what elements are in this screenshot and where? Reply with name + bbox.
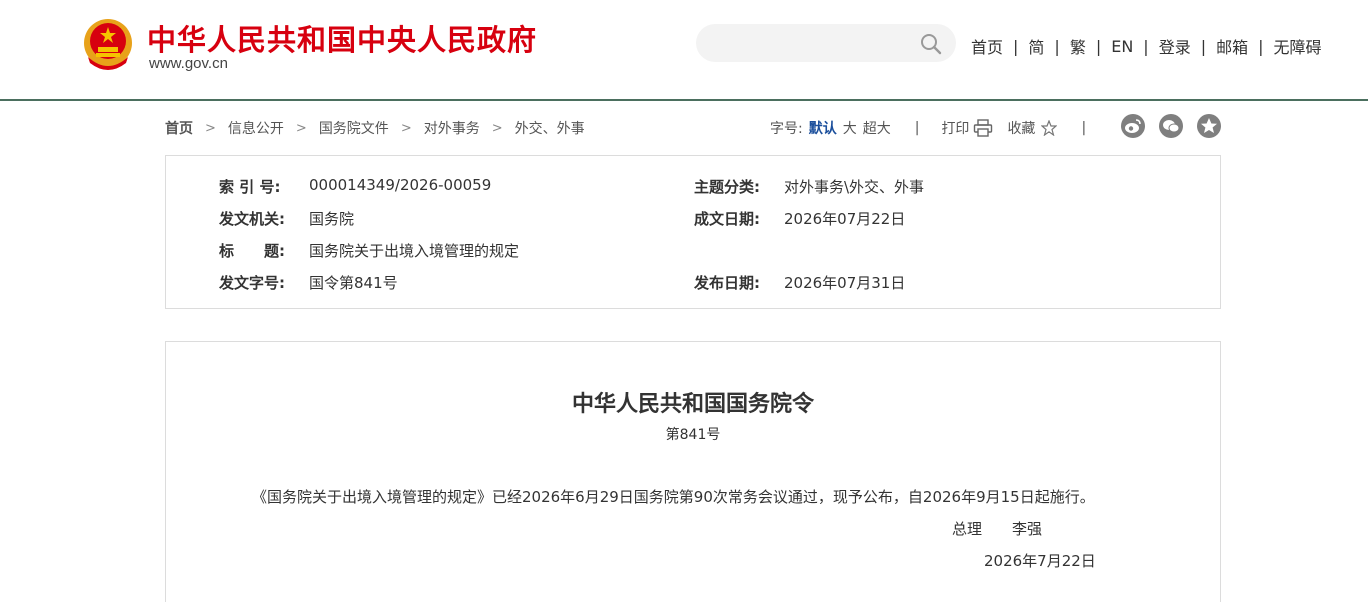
article-body: 中华人民共和国国务院令 第841号 《国务院关于出境入境管理的规定》已经2026… — [165, 341, 1221, 602]
national-emblem-logo[interactable] — [82, 17, 134, 73]
meta-doc-no-value: 国令第841号 — [309, 274, 398, 292]
signer-title: 总理 — [952, 520, 983, 538]
meta-publish-date-label: 发布日期: — [694, 274, 760, 292]
site-domain: www.gov.cn — [149, 55, 228, 72]
meta-title-value: 国务院关于出境入境管理的规定 — [309, 242, 520, 260]
article-number: 第841号 — [665, 427, 721, 443]
meta-index-value: 000014349/2026-00059 — [309, 176, 492, 194]
nav-login[interactable]: 登录 — [1159, 34, 1191, 58]
print-button[interactable]: 打印 — [941, 118, 969, 138]
breadcrumb-foreign-affairs[interactable]: 对外事务 — [424, 118, 480, 138]
nav-home[interactable]: 首页 — [971, 34, 1003, 58]
meta-doc-no-label: 发文字号: — [219, 274, 285, 292]
meta-title-label: 标 题: — [219, 242, 285, 260]
meta-index-row: 索 引 号: 000014349/2026-00059 — [219, 176, 491, 197]
nav-simplified[interactable]: 简 — [1028, 34, 1044, 58]
meta-issuer-label: 发文机关: — [219, 210, 285, 228]
chevron-right-icon: > — [205, 120, 216, 136]
breadcrumb-diplomacy[interactable]: 外交、外事 — [515, 118, 585, 138]
breadcrumb-state-council-docs[interactable]: 国务院文件 — [319, 118, 389, 138]
weibo-icon[interactable] — [1121, 114, 1145, 138]
meta-doc-no-row: 发文字号: 国令第841号 — [219, 272, 398, 293]
nav-separator: | — [1258, 36, 1264, 56]
chevron-right-icon: > — [400, 120, 412, 136]
page-tools: 字号: 默认 大 超大 | 打印 收藏 | — [770, 118, 1108, 138]
nav-separator: | — [1054, 36, 1060, 56]
article-title: 中华人民共和国国务院令 — [571, 391, 814, 417]
search-input[interactable] — [712, 24, 916, 64]
tool-separator: | — [914, 120, 920, 136]
search-icon[interactable] — [920, 33, 942, 55]
meta-issuer-value: 国务院 — [309, 210, 355, 228]
article-date: 2026年7月22日 — [984, 552, 1096, 570]
document-metadata: 索 引 号: 000014349/2026-00059 主题分类: 对外事务\外… — [165, 155, 1221, 309]
article-signature: 总理 李强 — [952, 518, 1042, 539]
signer-name: 李强 — [1012, 520, 1043, 538]
nav-mailbox[interactable]: 邮箱 — [1216, 34, 1248, 58]
nav-accessibility[interactable]: 无障碍 — [1274, 34, 1322, 58]
nav-separator: | — [1143, 36, 1149, 56]
site-title[interactable]: 中华人民共和国中央人民政府 — [147, 17, 537, 59]
font-size-default[interactable]: 默认 — [809, 118, 837, 138]
nav-separator: | — [1095, 36, 1102, 56]
nav-english[interactable]: EN — [1111, 37, 1133, 56]
nav-traditional[interactable]: 繁 — [1070, 34, 1086, 58]
nav-separator: | — [1013, 36, 1019, 56]
chevron-right-icon: > — [295, 120, 307, 136]
breadcrumb: 首页 > 信息公开 > 国务院文件 > 对外事务 > 外交、外事 — [165, 118, 585, 138]
meta-publish-date-value: 2026年07月31日 — [784, 274, 906, 292]
breadcrumb-home[interactable]: 首页 — [165, 118, 193, 138]
article-paragraph: 《国务院关于出境入境管理的规定》已经2026年6月29日国务院第90次常务会议通… — [252, 488, 1095, 506]
breadcrumb-info-public[interactable]: 信息公开 — [228, 118, 284, 138]
favorite-button[interactable]: 收藏 — [1007, 118, 1035, 138]
wechat-icon[interactable] — [1159, 114, 1183, 138]
chevron-right-icon: > — [491, 120, 503, 136]
tool-separator: | — [1081, 120, 1087, 136]
meta-written-date-value: 2026年07月22日 — [784, 210, 906, 228]
meta-publish-date-row: 发布日期: 2026年07月31日 — [694, 272, 905, 293]
font-size-xlarge[interactable]: 超大 — [863, 118, 891, 138]
nav-separator: | — [1200, 36, 1207, 56]
font-size-large[interactable]: 大 — [843, 118, 857, 138]
meta-topic-row: 主题分类: 对外事务\外交、外事 — [694, 176, 924, 197]
search-box — [696, 24, 956, 64]
font-size-label: 字号: — [770, 121, 803, 137]
site-header: 中华人民共和国中央人民政府 www.gov.cn 首页 | 简 | 繁 | EN | 登… — [0, 0, 1368, 101]
meta-issuer-row: 发文机关: 国务院 — [219, 208, 354, 229]
meta-written-date-label: 成文日期: — [694, 210, 760, 228]
printer-icon[interactable] — [973, 119, 993, 137]
star-icon[interactable] — [1041, 120, 1058, 136]
meta-index-label: 索 引 号: — [219, 178, 281, 196]
meta-topic-label: 主题分类: — [694, 178, 760, 196]
meta-topic-value: 对外事务\外交、外事 — [784, 178, 925, 196]
meta-title-row: 标 题: 国务院关于出境入境管理的规定 — [219, 240, 519, 261]
breadcrumb-bar: 首页 > 信息公开 > 国务院文件 > 对外事务 > 外交、外事 字号: 默认 … — [165, 114, 1221, 140]
top-nav: 首页 | 简 | 繁 | EN | 登录 | 邮箱 | 无障碍 — [971, 34, 1322, 58]
qzone-icon[interactable] — [1197, 114, 1221, 138]
meta-written-date-row: 成文日期: 2026年07月22日 — [694, 208, 905, 229]
